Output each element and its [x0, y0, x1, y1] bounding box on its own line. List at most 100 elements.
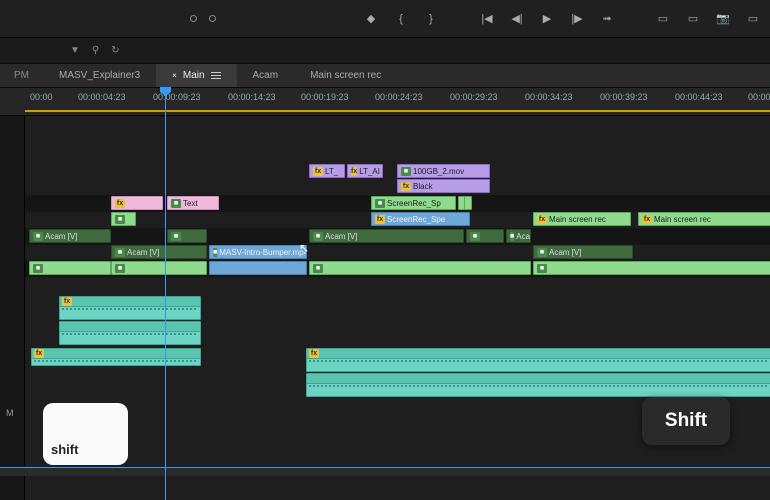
ruler-tick: 00:00:09:23	[153, 92, 201, 102]
fx-badge-icon: ■	[375, 199, 385, 208]
top-toolbar: ◆ { } |◀ ◀| ▶ |▶ ➟ ▭ ▭ 📷 ▭	[0, 0, 770, 38]
lift-icon[interactable]: ▭	[656, 12, 670, 26]
new-bin-icon[interactable]: ↻	[111, 45, 119, 56]
track-headers[interactable]: M	[0, 116, 25, 500]
marker-icon[interactable]: ◆	[364, 12, 378, 26]
clip-100gb[interactable]: ■100GB_2.mov	[397, 164, 490, 178]
clip-acam-v-5[interactable]: ■Acam [V]	[111, 245, 207, 259]
snap-toggle-2[interactable]	[209, 15, 216, 22]
fx-badge-icon: fx	[375, 215, 385, 224]
shift-key-indicator-dark: Shift	[642, 397, 730, 445]
audio-wave-1a[interactable]: fx	[59, 296, 201, 320]
ruler-tick: 00:00:29:23	[450, 92, 498, 102]
clip-lt2[interactable]: fxLT_AI	[347, 164, 383, 178]
work-area-bar[interactable]	[25, 110, 770, 112]
ruler-tick: 00:00:44:23	[675, 92, 723, 102]
go-to-start-icon[interactable]: |◀	[480, 12, 494, 26]
clip-lt1[interactable]: fxLT_	[309, 164, 345, 178]
tab-menu-icon[interactable]	[211, 75, 221, 76]
fx-badge-icon: fx	[309, 349, 319, 358]
tab-main[interactable]: ×Main	[156, 64, 236, 87]
audio-wave-2a[interactable]: fx	[31, 348, 201, 366]
fx-badge-icon: fx	[642, 215, 652, 224]
audio-wave-3b[interactable]	[306, 373, 770, 397]
fx-badge-icon: fx	[62, 297, 72, 306]
audio-a1-3[interactable]	[209, 261, 307, 275]
go-to-end-icon[interactable]: ➟	[600, 12, 614, 26]
fx-badge-icon: ■	[171, 232, 181, 241]
fx-badge-icon: fx	[401, 182, 411, 191]
audio-wave-1b[interactable]	[59, 321, 201, 345]
time-ruler[interactable]: 00:00 00:00:04:23 00:00:09:23 00:00:14:2…	[0, 88, 770, 116]
clip-msr-1[interactable]: fxMain screen rec	[533, 212, 631, 226]
fx-badge-icon: ■	[171, 199, 181, 208]
tab-acam[interactable]: Acam	[237, 64, 295, 87]
clip-acam-v-4[interactable]: ■	[466, 229, 504, 243]
fx-badge-icon: fx	[313, 167, 323, 176]
fx-badge-icon: ■	[33, 232, 43, 241]
clip-msr-2[interactable]: fxMain screen rec	[638, 212, 770, 226]
mute-toggle[interactable]: M	[6, 408, 14, 418]
filter-bar: ▼ ⚲ ↻	[0, 38, 770, 64]
fx-badge-icon: fx	[34, 349, 44, 358]
fx-badge-icon: ■	[313, 264, 323, 273]
bracket-out-icon[interactable]: }	[424, 12, 438, 26]
extract-icon[interactable]: ▭	[686, 12, 700, 26]
ruler-tick: 00:00:34:23	[525, 92, 573, 102]
step-forward-icon[interactable]: |▶	[570, 12, 584, 26]
play-icon[interactable]: ▶	[540, 12, 554, 26]
fx-badge-icon: fx	[115, 199, 125, 208]
tab-main-screen-rec[interactable]: Main screen rec	[294, 64, 397, 87]
clip-bumper[interactable]: ■MASV-Intro-Bumper.mp4	[209, 245, 307, 259]
ruler-tick: 00:00:24:23	[375, 92, 423, 102]
audio-a1-5[interactable]: ■	[533, 261, 770, 275]
tab-masv-explainer3[interactable]: MASV_Explainer3	[43, 64, 156, 87]
filter-icon[interactable]: ▼	[70, 45, 80, 56]
ruler-tick: 00:00:49:2	[748, 92, 770, 102]
bracket-in-icon[interactable]: {	[394, 12, 408, 26]
fx-badge-icon: ■	[115, 248, 125, 257]
sequence-tabs: PM MASV_Explainer3 ×Main Acam Main scree…	[0, 64, 770, 88]
snap-toggle-1[interactable]	[190, 15, 197, 22]
audio-a1-2[interactable]: ■	[111, 261, 207, 275]
clip-acam-v-1[interactable]: ■Acam [V]	[29, 229, 111, 243]
playhead[interactable]	[165, 88, 166, 500]
clip-pink-1[interactable]: fx	[111, 196, 163, 210]
panel-menu[interactable]: PM	[0, 70, 43, 81]
clip-acam-v-3[interactable]: ■Acam [V]	[309, 229, 464, 243]
fx-badge-icon: ■	[213, 248, 217, 257]
clip-acam-v-6[interactable]: ■Acam [V]	[533, 245, 633, 259]
ruler-tick: 00:00:19:23	[301, 92, 349, 102]
ruler-tick: 00:00:04:23	[78, 92, 126, 102]
shift-key-indicator-light: shift	[43, 403, 128, 465]
clip-green-small-1[interactable]: ■	[111, 212, 136, 226]
audio-a1-4[interactable]: ■	[309, 261, 531, 275]
ruler-tick: 00:00:39:23	[600, 92, 648, 102]
audio-a1-1[interactable]: ■	[29, 261, 111, 275]
fx-badge-icon: ■	[537, 264, 547, 273]
search-icon[interactable]: ⚲	[92, 45, 99, 56]
audio-wave-3a[interactable]: fx	[306, 348, 770, 372]
clip-screenrec-spe[interactable]: fxScreenRec_Spe	[371, 212, 470, 226]
fx-badge-icon: ■	[510, 232, 514, 241]
ruler-tick: 00:00:14:23	[228, 92, 276, 102]
fx-badge-icon: ■	[115, 215, 125, 224]
zoom-scrollbar[interactable]	[0, 468, 770, 476]
export-frame-icon[interactable]: ▭	[746, 12, 760, 26]
fx-badge-icon: ■	[115, 264, 125, 273]
fx-badge-icon: fx	[351, 167, 357, 176]
fx-badge-icon: ■	[401, 167, 411, 176]
clip-aca[interactable]: ■Aca	[506, 229, 531, 243]
clip-sliver-2[interactable]	[464, 196, 472, 210]
fx-badge-icon: ■	[33, 264, 43, 273]
fx-badge-icon: ■	[313, 232, 323, 241]
camera-icon[interactable]: 📷	[716, 12, 730, 26]
ruler-tick: 00:00	[30, 92, 53, 102]
fx-badge-icon: ■	[470, 232, 480, 241]
clip-black[interactable]: fxBlack	[397, 179, 490, 193]
clip-text[interactable]: ■Text	[167, 196, 219, 210]
step-back-icon[interactable]: ◀|	[510, 12, 524, 26]
fx-badge-icon: ■	[537, 248, 547, 257]
clip-screenrec-sp[interactable]: ■ScreenRec_Sp	[371, 196, 456, 210]
clip-acam-v-2[interactable]: ■	[167, 229, 207, 243]
